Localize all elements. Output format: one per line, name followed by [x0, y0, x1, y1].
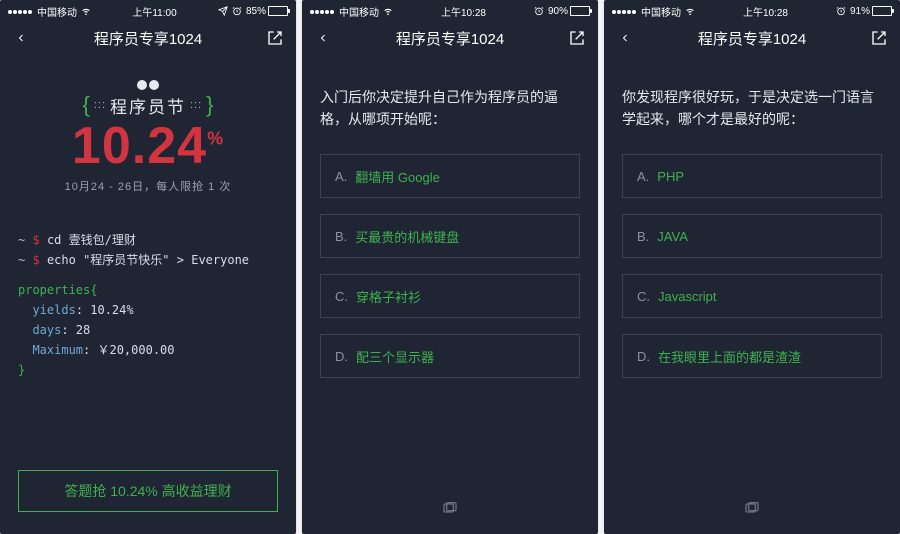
option-b[interactable]: B.JAVA	[622, 214, 882, 258]
share-icon	[569, 30, 585, 46]
nav-bar: 程序员专享1024	[302, 20, 598, 56]
alarm-icon	[534, 6, 544, 16]
battery-indicator: 85%	[246, 6, 288, 17]
share-icon	[267, 30, 283, 46]
signal-dots-icon	[612, 6, 637, 17]
clock-label: 上午11:00	[132, 4, 176, 19]
hero-block: { ::: 程序员节 ::: } 10.24% 10月24 - 26日，每人限抢…	[18, 80, 278, 194]
question-text: 你发现程序很好玩，于是决定选一门语言学起来，哪个才是最好的呢：	[622, 86, 882, 130]
option-d[interactable]: D.配三个显示器	[320, 334, 580, 378]
share-icon	[871, 30, 887, 46]
cta-button[interactable]: 答题抢 10.24% 高收益理财	[18, 470, 278, 512]
hero-number-pct: %	[207, 129, 224, 149]
dots-right-icon: :::	[190, 102, 202, 108]
hero-number: 10.24%	[18, 120, 278, 172]
term-line-2: ~ $ echo "程序员节快乐" > Everyone	[18, 250, 278, 270]
props-open: properties{	[18, 280, 278, 300]
option-b[interactable]: B.买最贵的机械键盘	[320, 214, 580, 258]
status-bar: 中国移动 上午10:28 91%	[604, 0, 900, 20]
wifi-icon	[81, 6, 91, 16]
page-title: 程序员专享1024	[30, 28, 266, 49]
terminal-block: ~ $ cd 壹钱包/理财 ~ $ echo "程序员节快乐" > Everyo…	[18, 230, 278, 380]
wifi-icon	[383, 6, 393, 16]
location-icon	[218, 6, 228, 16]
brace-left-icon: {	[82, 92, 89, 118]
battery-pct-label: 85%	[246, 6, 266, 17]
phone-screen-2: 中国移动 上午10:28 90% 程序员专享1024 入门后你决定提升自己作	[302, 0, 598, 534]
screen2-content: 入门后你决定提升自己作为程序员的逼格，从哪项开始呢： A.翻墙用 Google …	[302, 56, 598, 534]
chevron-left-icon	[317, 29, 329, 47]
back-button[interactable]	[12, 29, 30, 47]
chevron-left-icon	[619, 29, 631, 47]
footer-logo-icon	[604, 500, 900, 516]
back-button[interactable]	[314, 29, 332, 47]
festival-label: 程序员节	[110, 93, 186, 118]
option-a[interactable]: A.翻墙用 Google	[320, 154, 580, 198]
prop-days: days: 28	[18, 320, 278, 340]
share-button[interactable]	[266, 29, 284, 47]
question-text: 入门后你决定提升自己作为程序员的逼格，从哪项开始呢：	[320, 86, 580, 130]
footer-logo-icon	[302, 500, 598, 516]
term-line-1: ~ $ cd 壹钱包/理财	[18, 230, 278, 250]
hero-subline: 10月24 - 26日，每人限抢 1 次	[18, 178, 278, 194]
wifi-icon	[685, 6, 695, 16]
options-list: A.翻墙用 Google B.买最贵的机械键盘 C.穿格子衬衫 D.配三个显示器	[320, 154, 580, 378]
dots-left-icon: :::	[94, 102, 106, 108]
phone-screen-1: 中国移动 上午11:00 85% 程序员专享1024	[0, 0, 296, 534]
page-title: 程序员专享1024	[634, 28, 870, 49]
option-c[interactable]: C.穿格子衬衫	[320, 274, 580, 318]
signal-dots-icon	[310, 6, 335, 17]
battery-pct-label: 90%	[548, 6, 568, 17]
share-button[interactable]	[870, 29, 888, 47]
clock-label: 上午10:28	[743, 4, 788, 19]
nav-bar: 程序员专享1024	[0, 20, 296, 56]
option-a[interactable]: A.PHP	[622, 154, 882, 198]
back-button[interactable]	[616, 29, 634, 47]
brace-right-icon: }	[206, 92, 213, 118]
status-bar: 中国移动 上午11:00 85%	[0, 0, 296, 20]
nav-bar: 程序员专享1024	[604, 20, 900, 56]
carrier-label: 中国移动	[37, 4, 77, 19]
props-close: }	[18, 360, 278, 380]
signal-dots-icon	[8, 6, 33, 17]
share-button[interactable]	[568, 29, 586, 47]
screen1-content: { ::: 程序员节 ::: } 10.24% 10月24 - 26日，每人限抢…	[0, 56, 296, 534]
option-c[interactable]: C.Javascript	[622, 274, 882, 318]
battery-indicator: 90%	[548, 6, 590, 17]
hero-number-value: 10.24	[72, 117, 207, 175]
glasses-icon	[18, 80, 278, 90]
alarm-icon	[836, 6, 846, 16]
status-bar: 中国移动 上午10:28 90%	[302, 0, 598, 20]
screen3-content: 你发现程序很好玩，于是决定选一门语言学起来，哪个才是最好的呢： A.PHP B.…	[604, 56, 900, 534]
three-phone-layout: 中国移动 上午11:00 85% 程序员专享1024	[0, 0, 900, 534]
battery-indicator: 91%	[850, 6, 892, 17]
chevron-left-icon	[15, 29, 27, 47]
prop-yields: yields: 10.24%	[18, 300, 278, 320]
battery-pct-label: 91%	[850, 6, 870, 17]
page-title: 程序员专享1024	[332, 28, 568, 49]
clock-label: 上午10:28	[441, 4, 486, 19]
prop-max: Maximum: ￥20,000.00	[18, 340, 278, 360]
options-list: A.PHP B.JAVA C.Javascript D.在我眼里上面的都是渣渣	[622, 154, 882, 378]
phone-screen-3: 中国移动 上午10:28 91% 程序员专享1024 你发现程序很好玩，于是	[604, 0, 900, 534]
option-d[interactable]: D.在我眼里上面的都是渣渣	[622, 334, 882, 378]
carrier-label: 中国移动	[339, 4, 379, 19]
alarm-icon	[232, 6, 242, 16]
carrier-label: 中国移动	[641, 4, 681, 19]
